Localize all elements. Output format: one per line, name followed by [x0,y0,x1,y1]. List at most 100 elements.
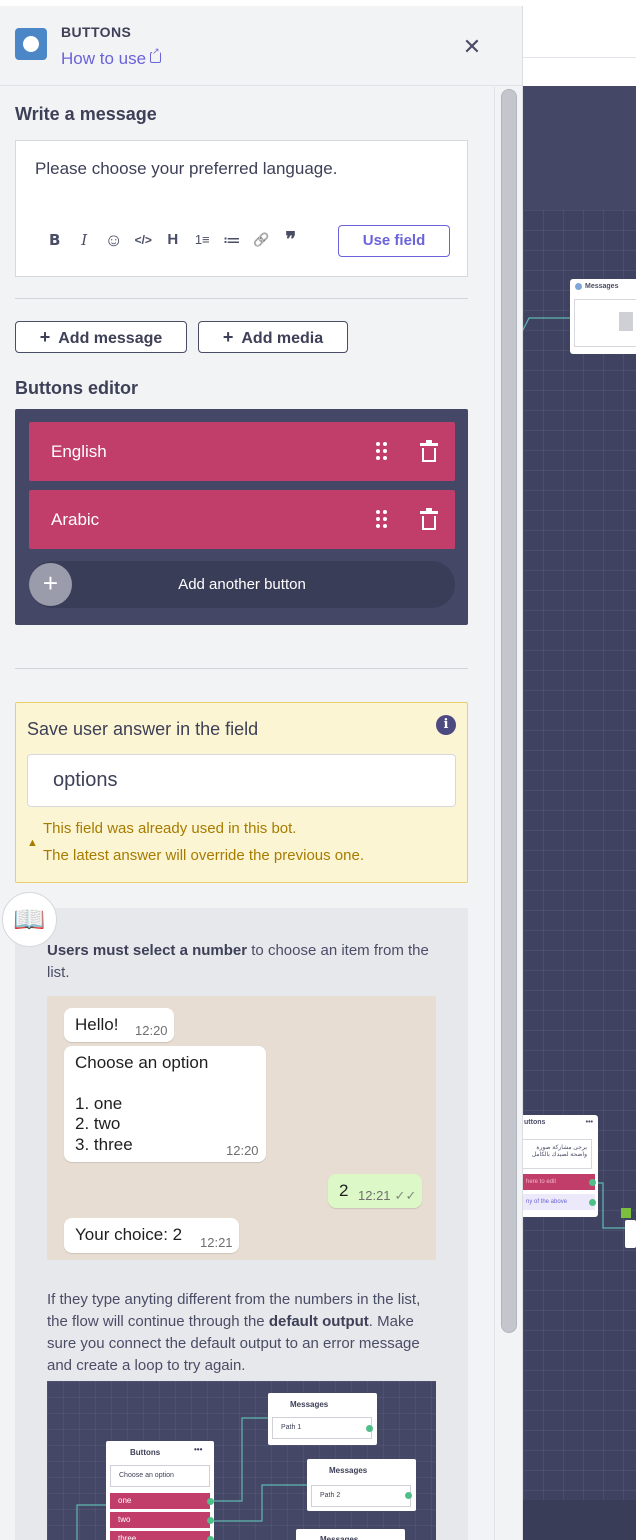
output-handle [207,1498,214,1505]
chat-bubble: Your choice: 2 12:21 [64,1218,239,1253]
flow-messages-title: Messages [290,1400,329,1409]
message-editor[interactable]: Please choose your preferred language. B… [15,140,468,277]
plus-icon[interactable]: + [29,563,72,606]
add-message-label: Add message [58,330,163,347]
flow-messages-title: Messages [329,1466,368,1475]
chat-text: Your choice: 2 [75,1225,183,1244]
divider [15,668,468,669]
warning-line: The latest answer will override the prev… [43,847,364,864]
messages-icon [575,283,582,290]
heading-icon[interactable]: H [158,229,188,251]
chat-text: Choose an option [75,1053,209,1072]
chat-time: 12:20 [226,1143,259,1158]
save-answer-box: Save user answer in the field i options … [15,702,468,883]
canvas-buttons-row[interactable]: here to edit [523,1174,595,1190]
flow-example: Messages Path 1 Messages Path 2 Messages… [47,1381,436,1540]
save-answer-title: Save user answer in the field [27,719,259,739]
buttons-editor-label: Buttons editor [15,378,138,398]
add-message-button[interactable]: + Add message [15,321,187,353]
italic-icon[interactable]: I [70,229,100,251]
flow-path: Path 2 [311,1485,411,1507]
write-message-label: Write a message [15,104,157,124]
panel-title: BUTTONS [61,24,132,40]
button-item[interactable]: Arabic [29,490,455,549]
flow-messages-node: Messages Path 1 [268,1393,377,1445]
flow-path: Path 1 [272,1417,372,1439]
flow-buttons-node: Buttons ••• Choose an option one two thr… [106,1441,214,1540]
help-intro: Users must select a number to choose an … [47,940,435,984]
warning-line: This field was already used in this bot. [43,820,297,837]
flow-messages-node: Messages [296,1529,405,1540]
canvas-buttons-title: uttons [524,1119,546,1126]
external-link-icon [150,47,162,63]
drag-handle-icon[interactable] [376,510,388,528]
help-section: 📖 Users must select a number to choose a… [2,892,468,1540]
output-handle[interactable] [589,1179,596,1186]
emoji-icon[interactable]: ☺ [99,229,129,251]
chat-time: 12:20 [135,1023,168,1038]
canvas-messages-node[interactable]: Messages [570,279,636,354]
output-handle [366,1425,373,1432]
help-paragraph: If they type anyting different from the … [47,1289,435,1377]
save-field-input[interactable]: options [27,754,456,807]
canvas-messages-body [574,299,636,347]
chat-text: 1. one [75,1094,123,1113]
output-handle [405,1492,412,1499]
chat-bubble-outgoing: 2 12:21 ✓✓ [328,1174,422,1208]
chat-example: Hello! 12:20 Choose an option 1. one 2. … [47,996,436,1260]
chat-time: 12:21 ✓✓ [358,1188,417,1203]
info-icon[interactable]: i [436,715,456,735]
how-to-use-label: How to use [61,49,147,68]
canvas-buttons-node[interactable]: uttons ••• يرجى مشاركة صورة واضحة لصيدك ب… [523,1115,598,1217]
close-icon[interactable]: ✕ [461,36,483,58]
add-another-button[interactable]: Add another button + [29,561,455,608]
warning-icon: ▲ [27,837,38,849]
flow-button-row: three [110,1531,210,1540]
delete-icon[interactable] [420,440,438,462]
canvas-partial-node[interactable] [625,1220,636,1248]
button-item-label[interactable]: English [51,442,107,462]
canvas-buttons-row[interactable]: ny of the above [523,1194,595,1210]
output-handle[interactable] [589,1199,596,1206]
more-icon[interactable]: ••• [586,1119,593,1126]
plus-icon: + [222,327,234,347]
flow-buttons-title: Buttons [130,1448,161,1457]
use-field-button[interactable]: Use field [338,225,450,257]
panel-header: BUTTONS How to use ✕ [0,6,522,86]
ordered-list-icon[interactable]: 1≡ [188,229,218,251]
button-item-label[interactable]: Arabic [51,510,99,530]
flow-messages-node: Messages Path 2 [307,1459,416,1511]
chat-text: 2. two [75,1114,121,1133]
buttons-settings-panel: BUTTONS How to use ✕ Write a message Ple… [0,6,523,1540]
panel-body: Write a message Please choose your prefe… [0,87,494,1540]
canvas-connectors [523,317,636,1229]
bullet-list-icon[interactable]: ≔ [217,229,247,251]
scrollbar-thumb[interactable] [501,89,517,1333]
flow-canvas[interactable]: Messages uttons ••• يرجى مشاركة صورة واضح… [523,0,636,1540]
scrollbar[interactable] [494,87,522,1540]
chat-time: 12:21 [200,1235,233,1250]
message-text[interactable]: Please choose your preferred language. [35,159,337,179]
canvas-buttons-text: يرجى مشاركة صورة واضحة لصيدك بالكامل [523,1139,592,1169]
delete-icon[interactable] [420,508,438,530]
drag-handle-icon[interactable] [376,442,388,460]
add-media-button[interactable]: + Add media [198,321,348,353]
quote-icon[interactable]: ❞ [276,229,306,251]
chat-bubble: Hello! 12:20 [64,1008,174,1042]
flow-button-row: one [110,1493,210,1509]
output-handle [207,1536,214,1540]
more-icon: ••• [194,1445,203,1454]
canvas-node-badge [621,1208,631,1218]
read-ticks-icon: ✓✓ [394,1188,417,1203]
document-icon [619,312,633,331]
chat-text: Hello! [75,1015,119,1034]
code-icon[interactable]: </> [129,229,159,251]
add-media-label: Add media [241,330,324,347]
add-another-label: Add another button [178,576,306,593]
output-handle [207,1517,214,1524]
bold-icon[interactable]: B [40,229,70,251]
button-item[interactable]: English [29,422,455,481]
buttons-node-icon [15,28,47,60]
link-icon[interactable]: 🔗 [247,229,277,251]
how-to-use-link[interactable]: How to use [61,47,162,69]
